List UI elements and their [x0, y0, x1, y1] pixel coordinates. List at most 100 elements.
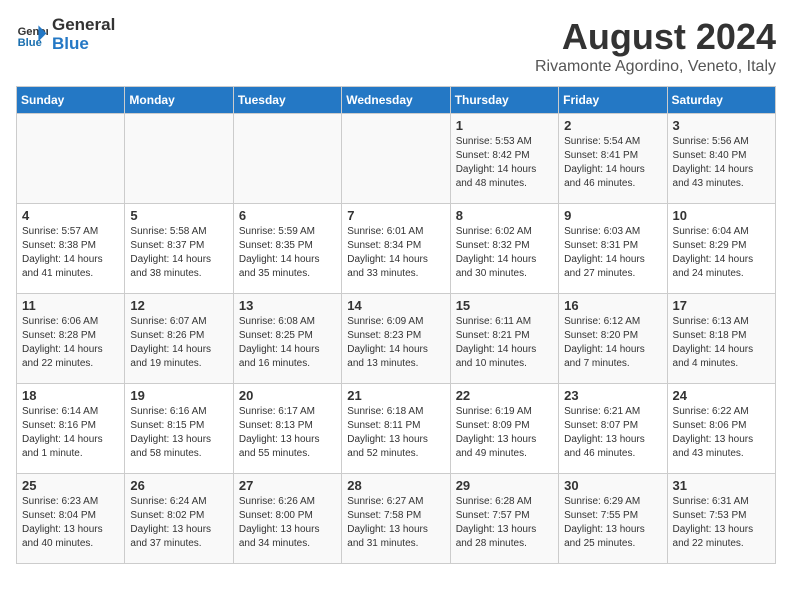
col-friday: Friday: [559, 87, 667, 114]
cell-info: Sunrise: 5:54 AMSunset: 8:41 PMDaylight:…: [564, 135, 661, 191]
cell-3-4: 14 Sunrise: 6:09 AMSunset: 8:23 PMDayligh…: [342, 294, 450, 384]
cell-info: Sunrise: 6:03 AMSunset: 8:31 PMDaylight:…: [564, 225, 661, 281]
cell-2-3: 6 Sunrise: 5:59 AMSunset: 8:35 PMDaylight…: [233, 204, 341, 294]
cell-4-1: 18Sunrise: 6:14 AMSunset: 8:16 PMDayligh…: [17, 384, 125, 474]
cell-info: Sunrise: 5:59 AMSunset: 8:35 PMDaylight:…: [239, 225, 336, 281]
day-number: 4: [22, 208, 119, 223]
cell-5-3: 27 Sunrise: 6:26 AMSunset: 8:00 PMDayligh…: [233, 474, 341, 564]
day-number: 2: [564, 118, 661, 133]
cell-4-7: 24Sunrise: 6:22 AMSunset: 8:06 PMDayligh…: [667, 384, 775, 474]
header-row: Sunday Monday Tuesday Wednesday Thursday…: [17, 87, 776, 114]
week-row-2: 4 Sunrise: 5:57 AMSunset: 8:38 PMDaylight…: [17, 204, 776, 294]
cell-info: Sunrise: 5:58 AMSunset: 8:37 PMDaylight:…: [130, 225, 227, 281]
day-number: 1: [456, 118, 553, 133]
cell-2-4: 7 Sunrise: 6:01 AMSunset: 8:34 PMDaylight…: [342, 204, 450, 294]
day-number: 12: [130, 298, 227, 313]
col-monday: Monday: [125, 87, 233, 114]
cell-info: Sunrise: 6:22 AMSunset: 8:06 PMDaylight:…: [673, 405, 770, 461]
day-number: 7: [347, 208, 444, 223]
cell-info: Sunrise: 6:31 AMSunset: 7:53 PMDaylight:…: [673, 495, 770, 551]
day-number: 10: [673, 208, 770, 223]
cell-info: Sunrise: 6:27 AMSunset: 7:58 PMDaylight:…: [347, 495, 444, 551]
cell-2-5: 8Sunrise: 6:02 AMSunset: 8:32 PMDaylight…: [450, 204, 558, 294]
svg-text:Blue: Blue: [18, 37, 42, 49]
cell-3-5: 15 Sunrise: 6:11 AMSunset: 8:21 PMDayligh…: [450, 294, 558, 384]
day-number: 21: [347, 388, 444, 403]
day-number: 9: [564, 208, 661, 223]
day-number: 6: [239, 208, 336, 223]
cell-5-6: 30 Sunrise: 6:29 AMSunset: 7:55 PMDayligh…: [559, 474, 667, 564]
cell-4-4: 21 Sunrise: 6:18 AMSunset: 8:11 PMDayligh…: [342, 384, 450, 474]
week-row-4: 18Sunrise: 6:14 AMSunset: 8:16 PMDayligh…: [17, 384, 776, 474]
day-number: 23: [564, 388, 661, 403]
cell-4-3: 20Sunrise: 6:17 AMSunset: 8:13 PMDayligh…: [233, 384, 341, 474]
cell-3-2: 12 Sunrise: 6:07 AMSunset: 8:26 PMDayligh…: [125, 294, 233, 384]
day-number: 22: [456, 388, 553, 403]
cell-1-6: 2 Sunrise: 5:54 AMSunset: 8:41 PMDaylight…: [559, 114, 667, 204]
cell-2-6: 9 Sunrise: 6:03 AMSunset: 8:31 PMDaylight…: [559, 204, 667, 294]
cell-3-1: 11 Sunrise: 6:06 AMSunset: 8:28 PMDayligh…: [17, 294, 125, 384]
cell-1-4: [342, 114, 450, 204]
cell-info: Sunrise: 6:19 AMSunset: 8:09 PMDaylight:…: [456, 405, 553, 461]
cell-info: Sunrise: 5:56 AMSunset: 8:40 PMDaylight:…: [673, 135, 770, 191]
header: General Blue General Blue August 2024 Ri…: [16, 16, 776, 76]
day-number: 27: [239, 478, 336, 493]
cell-2-1: 4 Sunrise: 5:57 AMSunset: 8:38 PMDaylight…: [17, 204, 125, 294]
cell-1-7: 3 Sunrise: 5:56 AMSunset: 8:40 PMDaylight…: [667, 114, 775, 204]
cell-info: Sunrise: 5:57 AMSunset: 8:38 PMDaylight:…: [22, 225, 119, 281]
cell-info: Sunrise: 6:06 AMSunset: 8:28 PMDaylight:…: [22, 315, 119, 371]
cell-info: Sunrise: 6:13 AMSunset: 8:18 PMDaylight:…: [673, 315, 770, 371]
cell-info: Sunrise: 6:16 AMSunset: 8:15 PMDaylight:…: [130, 405, 227, 461]
day-number: 17: [673, 298, 770, 313]
cell-info: Sunrise: 6:12 AMSunset: 8:20 PMDaylight:…: [564, 315, 661, 371]
day-number: 30: [564, 478, 661, 493]
cell-5-1: 25 Sunrise: 6:23 AMSunset: 8:04 PMDayligh…: [17, 474, 125, 564]
day-number: 25: [22, 478, 119, 493]
cell-info: Sunrise: 6:09 AMSunset: 8:23 PMDaylight:…: [347, 315, 444, 371]
cell-info: Sunrise: 6:08 AMSunset: 8:25 PMDaylight:…: [239, 315, 336, 371]
col-sunday: Sunday: [17, 87, 125, 114]
day-number: 14: [347, 298, 444, 313]
day-number: 16: [564, 298, 661, 313]
cell-1-5: 1Sunrise: 5:53 AMSunset: 8:42 PMDaylight…: [450, 114, 558, 204]
day-number: 15: [456, 298, 553, 313]
day-number: 20: [239, 388, 336, 403]
cell-3-3: 13Sunrise: 6:08 AMSunset: 8:25 PMDayligh…: [233, 294, 341, 384]
day-number: 29: [456, 478, 553, 493]
day-number: 11: [22, 298, 119, 313]
cell-5-4: 28 Sunrise: 6:27 AMSunset: 7:58 PMDayligh…: [342, 474, 450, 564]
day-number: 3: [673, 118, 770, 133]
cell-info: Sunrise: 6:26 AMSunset: 8:00 PMDaylight:…: [239, 495, 336, 551]
cell-info: Sunrise: 6:18 AMSunset: 8:11 PMDaylight:…: [347, 405, 444, 461]
cell-3-6: 16 Sunrise: 6:12 AMSunset: 8:20 PMDayligh…: [559, 294, 667, 384]
day-number: 26: [130, 478, 227, 493]
day-number: 5: [130, 208, 227, 223]
subtitle: Rivamonte Agordino, Veneto, Italy: [535, 58, 776, 76]
logo: General Blue General Blue: [16, 16, 115, 53]
cell-1-1: [17, 114, 125, 204]
cell-4-6: 23Sunrise: 6:21 AMSunset: 8:07 PMDayligh…: [559, 384, 667, 474]
day-number: 18: [22, 388, 119, 403]
cell-info: Sunrise: 6:23 AMSunset: 8:04 PMDaylight:…: [22, 495, 119, 551]
week-row-5: 25 Sunrise: 6:23 AMSunset: 8:04 PMDayligh…: [17, 474, 776, 564]
col-wednesday: Wednesday: [342, 87, 450, 114]
cell-1-2: [125, 114, 233, 204]
cell-4-2: 19Sunrise: 6:16 AMSunset: 8:15 PMDayligh…: [125, 384, 233, 474]
col-thursday: Thursday: [450, 87, 558, 114]
cell-2-7: 10 Sunrise: 6:04 AMSunset: 8:29 PMDayligh…: [667, 204, 775, 294]
day-number: 8: [456, 208, 553, 223]
cell-info: Sunrise: 6:07 AMSunset: 8:26 PMDaylight:…: [130, 315, 227, 371]
cell-info: Sunrise: 6:04 AMSunset: 8:29 PMDaylight:…: [673, 225, 770, 281]
cell-info: Sunrise: 6:11 AMSunset: 8:21 PMDaylight:…: [456, 315, 553, 371]
cell-info: Sunrise: 6:01 AMSunset: 8:34 PMDaylight:…: [347, 225, 444, 281]
cell-info: Sunrise: 6:29 AMSunset: 7:55 PMDaylight:…: [564, 495, 661, 551]
col-tuesday: Tuesday: [233, 87, 341, 114]
day-number: 28: [347, 478, 444, 493]
cell-5-5: 29Sunrise: 6:28 AMSunset: 7:57 PMDayligh…: [450, 474, 558, 564]
cell-5-7: 31Sunrise: 6:31 AMSunset: 7:53 PMDayligh…: [667, 474, 775, 564]
cell-2-2: 5 Sunrise: 5:58 AMSunset: 8:37 PMDaylight…: [125, 204, 233, 294]
logo-general: General: [52, 16, 115, 35]
cell-3-7: 17 Sunrise: 6:13 AMSunset: 8:18 PMDayligh…: [667, 294, 775, 384]
cell-1-3: [233, 114, 341, 204]
week-row-1: 1Sunrise: 5:53 AMSunset: 8:42 PMDaylight…: [17, 114, 776, 204]
